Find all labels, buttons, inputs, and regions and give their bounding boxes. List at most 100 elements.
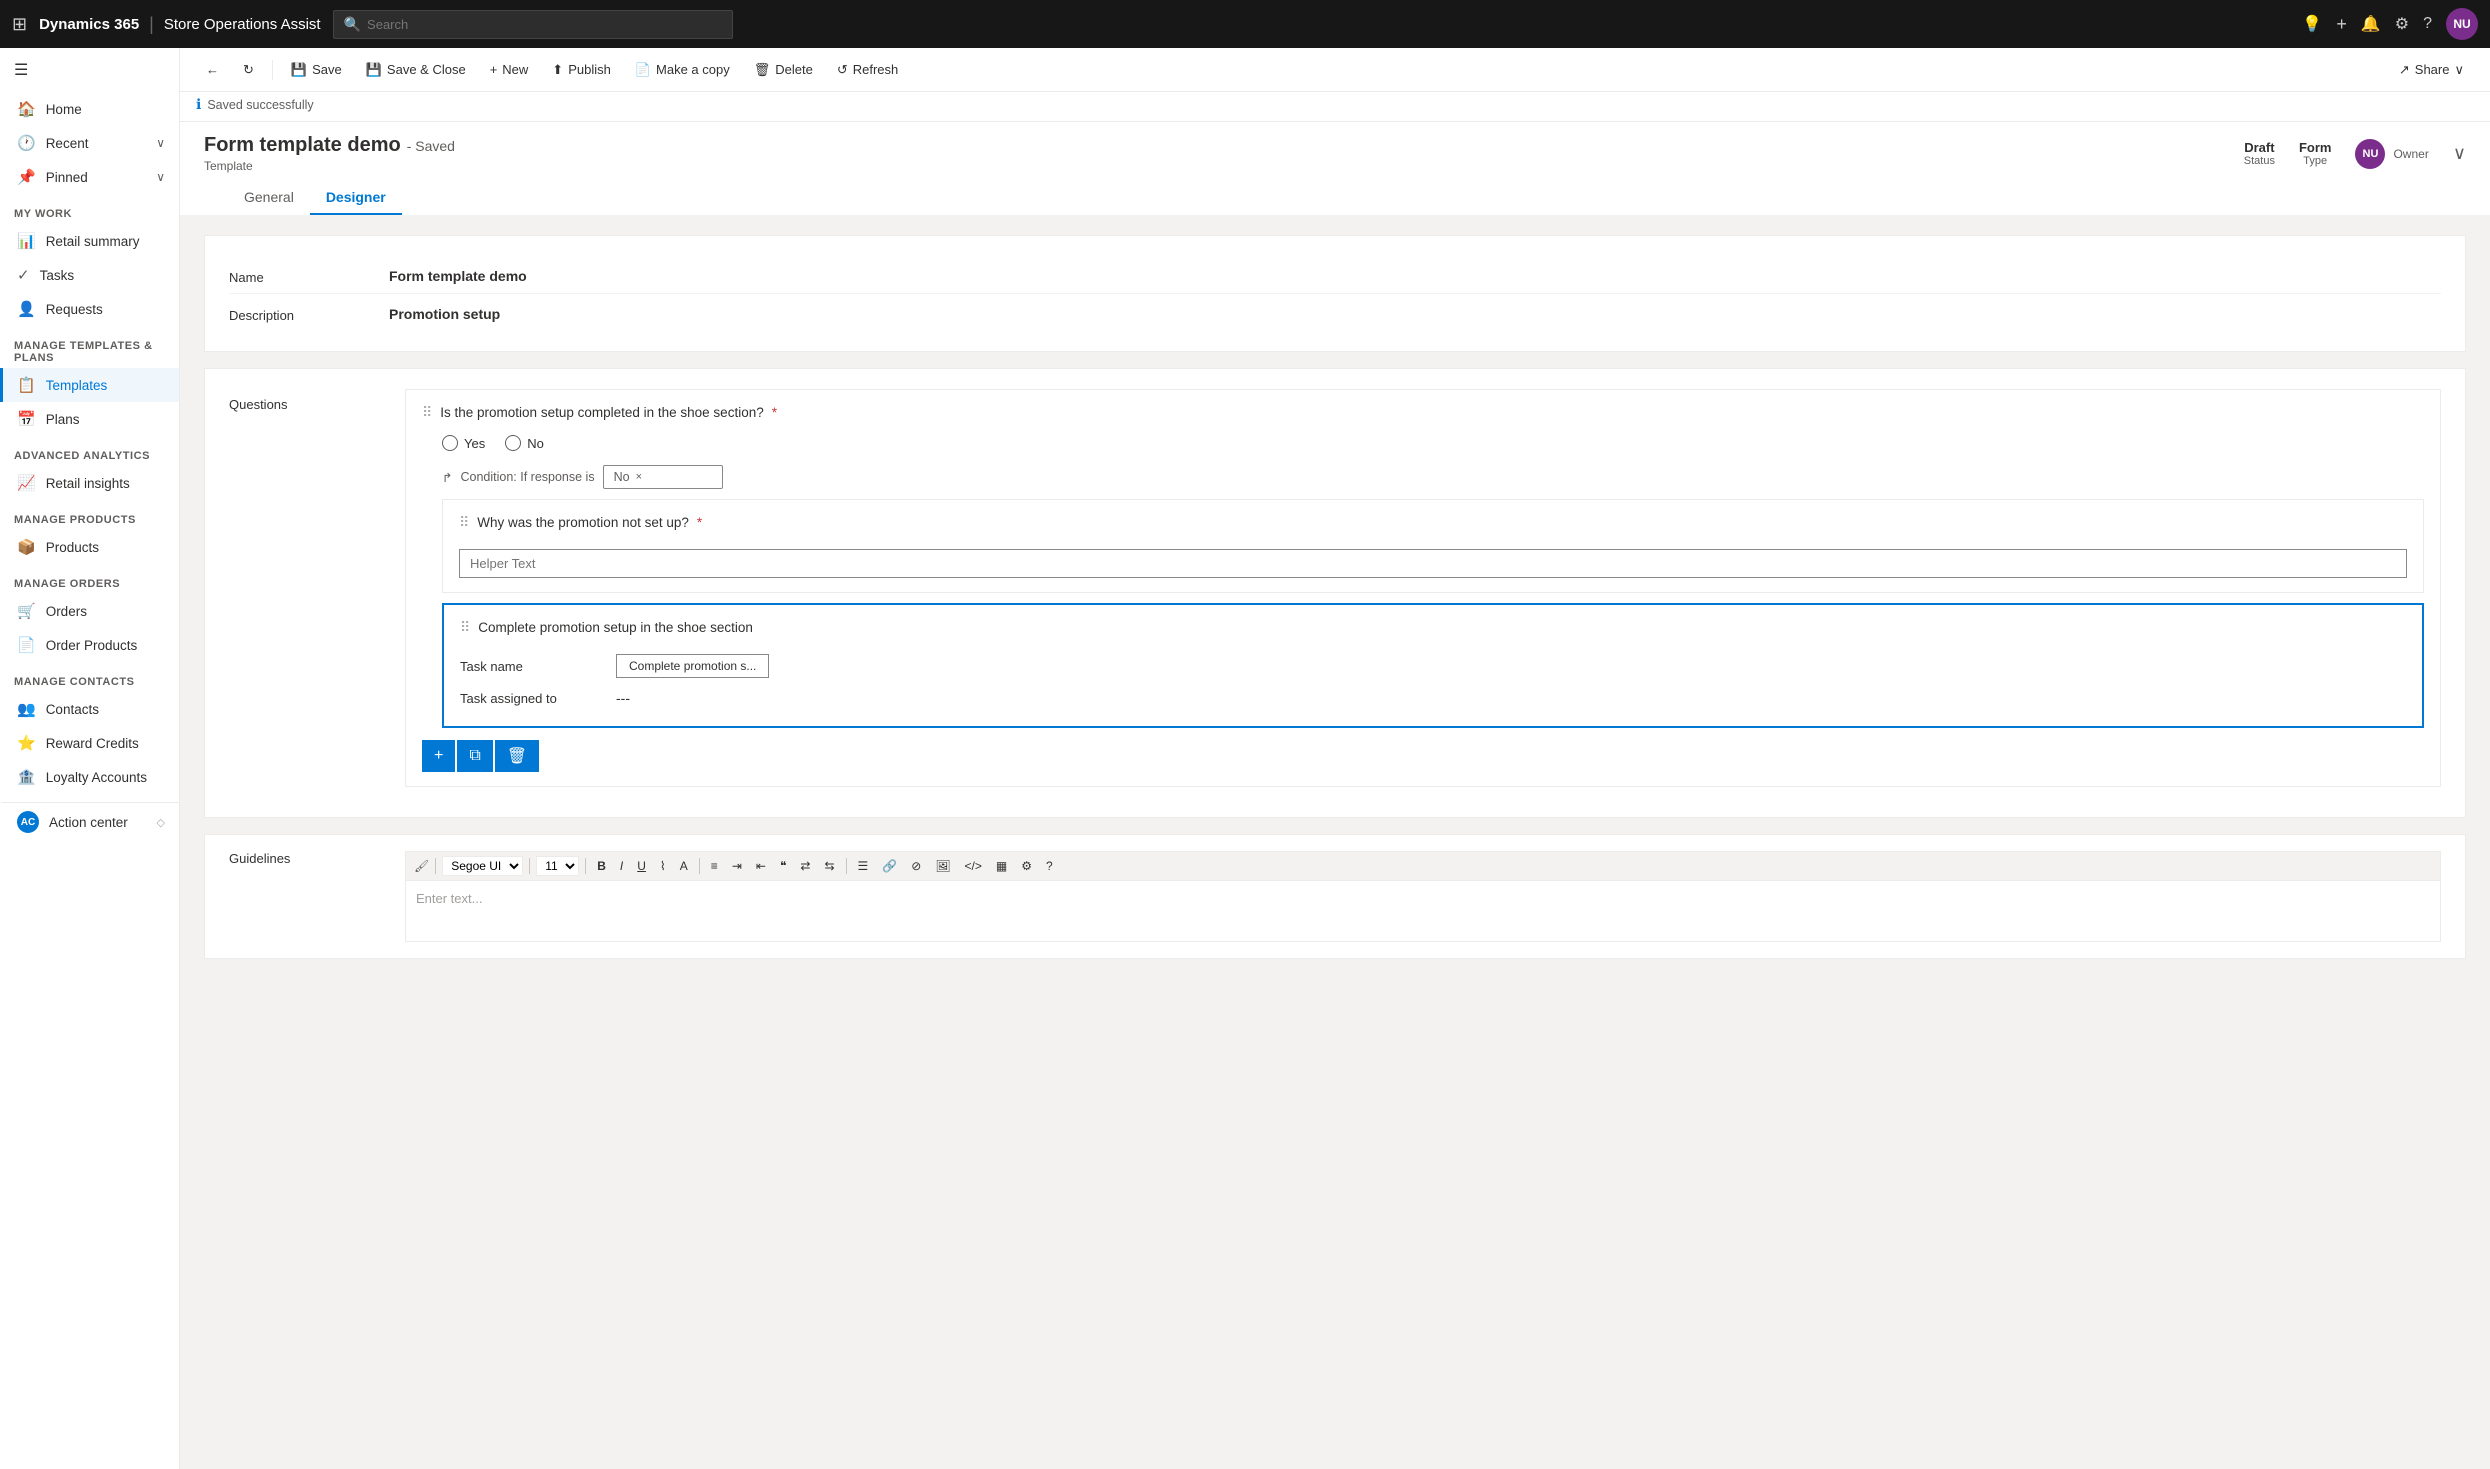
option-yes[interactable]: Yes xyxy=(442,435,485,451)
align-left-button[interactable]: ≡ xyxy=(706,857,723,875)
condition-close-button[interactable]: × xyxy=(636,471,642,483)
sidebar-label-requests: Requests xyxy=(46,302,103,317)
bullets-button[interactable]: ☰ xyxy=(853,857,874,875)
tab-designer[interactable]: Designer xyxy=(310,181,402,215)
font-color-button[interactable]: A xyxy=(675,857,693,875)
tab-general[interactable]: General xyxy=(228,181,310,215)
highlight-button[interactable]: ⌇ xyxy=(655,857,671,875)
outdent-button[interactable]: ⇤ xyxy=(751,857,771,875)
back-icon: ← xyxy=(206,62,219,77)
size-select[interactable]: 11 xyxy=(536,856,579,876)
task-card: ⠿ Complete promotion setup in the shoe s… xyxy=(442,603,2424,728)
link-button[interactable]: 🔗 xyxy=(877,857,902,875)
unlink-button[interactable]: ⊘ xyxy=(906,857,926,875)
avatar[interactable]: NU xyxy=(2446,8,2478,40)
delete-label: Delete xyxy=(775,62,813,77)
sidebar-label-retail-insights: Retail insights xyxy=(46,476,130,491)
sidebar-item-recent[interactable]: 🕐 Recent ∨ xyxy=(0,126,179,160)
cmd-separator-1 xyxy=(272,60,273,80)
refresh-icon: ↺ xyxy=(837,62,848,78)
table-button[interactable]: ▦ xyxy=(991,857,1012,875)
helper-text-input[interactable] xyxy=(459,549,2407,578)
editor-body[interactable]: Enter text... xyxy=(406,881,2440,941)
task-drag-icon[interactable]: ⠿ xyxy=(460,619,470,636)
rtl-button[interactable]: ⇄ xyxy=(795,857,815,875)
drag-handle-2-icon[interactable]: ⠿ xyxy=(459,514,469,531)
make-copy-button[interactable]: 📄 Make a copy xyxy=(625,56,740,84)
editor-help-button[interactable]: ? xyxy=(1041,857,1058,875)
owner-section: NU Owner xyxy=(2355,139,2428,169)
task-add-button[interactable]: + xyxy=(422,740,455,772)
form-title-section: Form template demo - Saved Template xyxy=(204,134,455,173)
name-field-row: Name Form template demo xyxy=(229,256,2441,294)
reward-icon: ⭐ xyxy=(17,734,36,752)
sidebar-item-retail-summary[interactable]: 📊 Retail summary xyxy=(0,224,179,258)
sidebar-item-requests[interactable]: 👤 Requests xyxy=(0,292,179,326)
indent-button[interactable]: ⇥ xyxy=(727,857,747,875)
delete-button[interactable]: 🗑 Delete xyxy=(744,56,823,84)
sidebar-item-order-products[interactable]: 📄 Order Products xyxy=(0,628,179,662)
top-nav: ⊞ Dynamics 365 | Store Operations Assist… xyxy=(0,0,2490,48)
owner-label: Owner xyxy=(2393,147,2428,161)
italic-button[interactable]: I xyxy=(615,857,628,875)
sidebar-item-templates[interactable]: 📋 Templates xyxy=(0,368,179,402)
publish-button[interactable]: ⬆ Publish xyxy=(542,56,621,84)
owner-avatar[interactable]: NU xyxy=(2355,139,2385,169)
back-button[interactable]: ← xyxy=(196,56,229,83)
quote-button[interactable]: ❝ xyxy=(775,857,791,875)
condition-label: Condition: If response is xyxy=(460,470,594,484)
underline-button[interactable]: U xyxy=(632,857,651,875)
sidebar-item-retail-insights[interactable]: 📈 Retail insights xyxy=(0,466,179,500)
refresh-page-button[interactable]: ↻ xyxy=(233,56,264,84)
order-products-icon: 📄 xyxy=(17,636,36,654)
brand: Dynamics 365 | Store Operations Assist xyxy=(39,14,321,35)
font-select[interactable]: Segoe UI xyxy=(442,856,523,876)
save-close-button[interactable]: 💾 Save & Close xyxy=(356,56,476,84)
search-bar[interactable]: 🔍 xyxy=(333,10,733,39)
help-icon[interactable]: ? xyxy=(2423,15,2432,33)
bell-icon[interactable]: 🔔 xyxy=(2361,14,2381,34)
description-value[interactable]: Promotion setup xyxy=(389,302,2441,322)
editor-settings-button[interactable]: ⚙ xyxy=(1016,857,1037,875)
task-delete-button[interactable]: 🗑 xyxy=(495,740,539,772)
option-no[interactable]: No xyxy=(505,435,544,451)
drag-handle-icon[interactable]: ⠿ xyxy=(422,404,432,421)
main-layout: ☰ 🏠 Home 🕐 Recent ∨ 📌 Pinned ∨ My work 📊… xyxy=(0,48,2490,1469)
task-name-button[interactable]: Complete promotion s... xyxy=(616,654,769,678)
code-view-button[interactable]: </> xyxy=(960,857,987,875)
hamburger-icon[interactable]: ☰ xyxy=(0,48,179,92)
lightbulb-icon[interactable]: 💡 xyxy=(2302,14,2322,34)
share-button[interactable]: ↗ Share ∨ xyxy=(2389,56,2474,84)
search-input[interactable] xyxy=(367,17,722,32)
paint-icon: 🖌 xyxy=(414,859,429,873)
expand-button[interactable]: ∨ xyxy=(2453,143,2466,164)
sidebar-item-loyalty-accounts[interactable]: 🏦 Loyalty Accounts xyxy=(0,760,179,794)
bold-button[interactable]: B xyxy=(592,857,611,875)
status-label: Status xyxy=(2244,155,2275,167)
sidebar-item-tasks[interactable]: ✓ Tasks xyxy=(0,258,179,292)
ltr-button[interactable]: ⇆ xyxy=(819,857,839,875)
section-mywork: My work xyxy=(0,194,179,224)
sidebar-item-contacts[interactable]: 👥 Contacts xyxy=(0,692,179,726)
image-button[interactable]: 🖼 xyxy=(930,857,955,875)
sidebar-label-action-center: Action center xyxy=(49,815,128,830)
sidebar-item-home[interactable]: 🏠 Home xyxy=(0,92,179,126)
form-meta: Draft Status Form Type NU Owner ∨ xyxy=(2244,139,2466,169)
task-title-row: ⠿ Complete promotion setup in the shoe s… xyxy=(460,619,2406,636)
refresh-button[interactable]: ↺ Refresh xyxy=(827,56,908,84)
sidebar-item-products[interactable]: 📦 Products xyxy=(0,530,179,564)
save-button[interactable]: 💾 Save xyxy=(281,56,352,84)
sidebar-item-pinned[interactable]: 📌 Pinned ∨ xyxy=(0,160,179,194)
task-assigned-value: --- xyxy=(616,690,630,706)
new-button[interactable]: + New xyxy=(480,56,539,83)
waffle-icon[interactable]: ⊞ xyxy=(12,14,27,35)
recent-icon: 🕐 xyxy=(17,134,36,152)
sidebar-item-plans[interactable]: 📅 Plans xyxy=(0,402,179,436)
sidebar-item-action-center[interactable]: AC Action center ◇ xyxy=(0,802,179,841)
name-value[interactable]: Form template demo xyxy=(389,264,2441,284)
task-copy-button[interactable]: ⧉ xyxy=(457,740,492,772)
plus-icon[interactable]: + xyxy=(2336,14,2347,35)
sidebar-item-orders[interactable]: 🛒 Orders xyxy=(0,594,179,628)
sidebar-item-reward-credits[interactable]: ⭐ Reward Credits xyxy=(0,726,179,760)
gear-icon[interactable]: ⚙ xyxy=(2395,14,2409,34)
